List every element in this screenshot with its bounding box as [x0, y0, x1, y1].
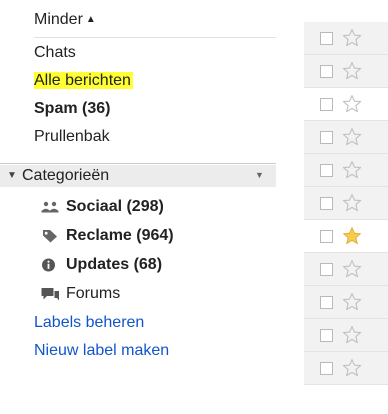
select-checkbox[interactable] — [320, 131, 333, 144]
select-checkbox[interactable] — [320, 329, 333, 342]
nav-item-label: Prullenbak — [34, 128, 110, 145]
message-row[interactable] — [304, 352, 388, 385]
categories-header[interactable]: ▼ Categorieën ▼ — [0, 165, 276, 187]
select-checkbox[interactable] — [320, 362, 333, 375]
select-checkbox[interactable] — [320, 65, 333, 78]
nav-item-label: Chats — [34, 44, 76, 61]
select-checkbox[interactable] — [320, 164, 333, 177]
message-row[interactable] — [304, 286, 388, 319]
category-updates[interactable]: Updates (68) — [41, 254, 162, 276]
divider — [34, 37, 276, 38]
message-row[interactable] — [304, 55, 388, 88]
caret-up-icon: ▲ — [85, 14, 96, 25]
message-row[interactable] — [304, 121, 388, 154]
star-icon[interactable] — [342, 28, 362, 48]
star-icon[interactable] — [342, 226, 362, 246]
manage-labels-link[interactable]: Labels beheren — [34, 313, 144, 333]
message-row[interactable] — [304, 22, 388, 55]
star-icon[interactable] — [342, 292, 362, 312]
expand-arrow-icon[interactable]: ▼ — [7, 165, 17, 187]
select-checkbox[interactable] — [320, 98, 333, 111]
message-row[interactable] — [304, 187, 388, 220]
star-icon[interactable] — [342, 94, 362, 114]
message-row[interactable] — [304, 253, 388, 286]
tag-icon — [41, 229, 60, 243]
category-promotions[interactable]: Reclame (964) — [41, 225, 174, 247]
category-label: Updates (68) — [66, 256, 163, 273]
message-row[interactable] — [304, 220, 388, 253]
star-icon[interactable] — [342, 259, 362, 279]
message-row[interactable] — [304, 88, 388, 121]
category-label: Reclame (964) — [66, 227, 174, 244]
divider — [0, 163, 276, 164]
category-label: Sociaal (298) — [66, 198, 164, 215]
categories-label: Categorieën — [22, 167, 110, 184]
categories-menu-button[interactable]: ▼ — [255, 170, 264, 180]
forum-icon — [41, 287, 60, 301]
select-checkbox[interactable] — [320, 32, 333, 45]
nav-item-spam[interactable]: Spam (36) — [34, 98, 110, 120]
less-toggle-label: Minder — [34, 11, 83, 28]
star-icon[interactable] — [342, 61, 362, 81]
category-label: Forums — [66, 285, 121, 302]
less-toggle[interactable]: Minder ▲ — [34, 10, 96, 30]
select-checkbox[interactable] — [320, 263, 333, 276]
star-icon[interactable] — [342, 358, 362, 378]
select-checkbox[interactable] — [320, 296, 333, 309]
create-label-link[interactable]: Nieuw label maken — [34, 341, 169, 361]
star-icon[interactable] — [342, 325, 362, 345]
category-social[interactable]: Sociaal (298) — [41, 196, 164, 218]
message-row[interactable] — [304, 319, 388, 352]
star-icon[interactable] — [342, 127, 362, 147]
nav-item-all-mail[interactable]: Alle berichten — [34, 70, 133, 92]
star-icon[interactable] — [342, 193, 362, 213]
nav-item-trash[interactable]: Prullenbak — [34, 126, 110, 148]
message-list — [304, 0, 388, 414]
category-forums[interactable]: Forums — [41, 283, 120, 305]
message-row[interactable] — [304, 154, 388, 187]
select-checkbox[interactable] — [320, 197, 333, 210]
nav-item-label: Spam (36) — [34, 100, 111, 117]
star-icon[interactable] — [342, 160, 362, 180]
select-checkbox[interactable] — [320, 230, 333, 243]
people-icon — [41, 200, 60, 214]
nav-item-label: Alle berichten — [34, 72, 133, 89]
info-icon — [41, 258, 60, 272]
nav-item-chats[interactable]: Chats — [34, 42, 76, 64]
